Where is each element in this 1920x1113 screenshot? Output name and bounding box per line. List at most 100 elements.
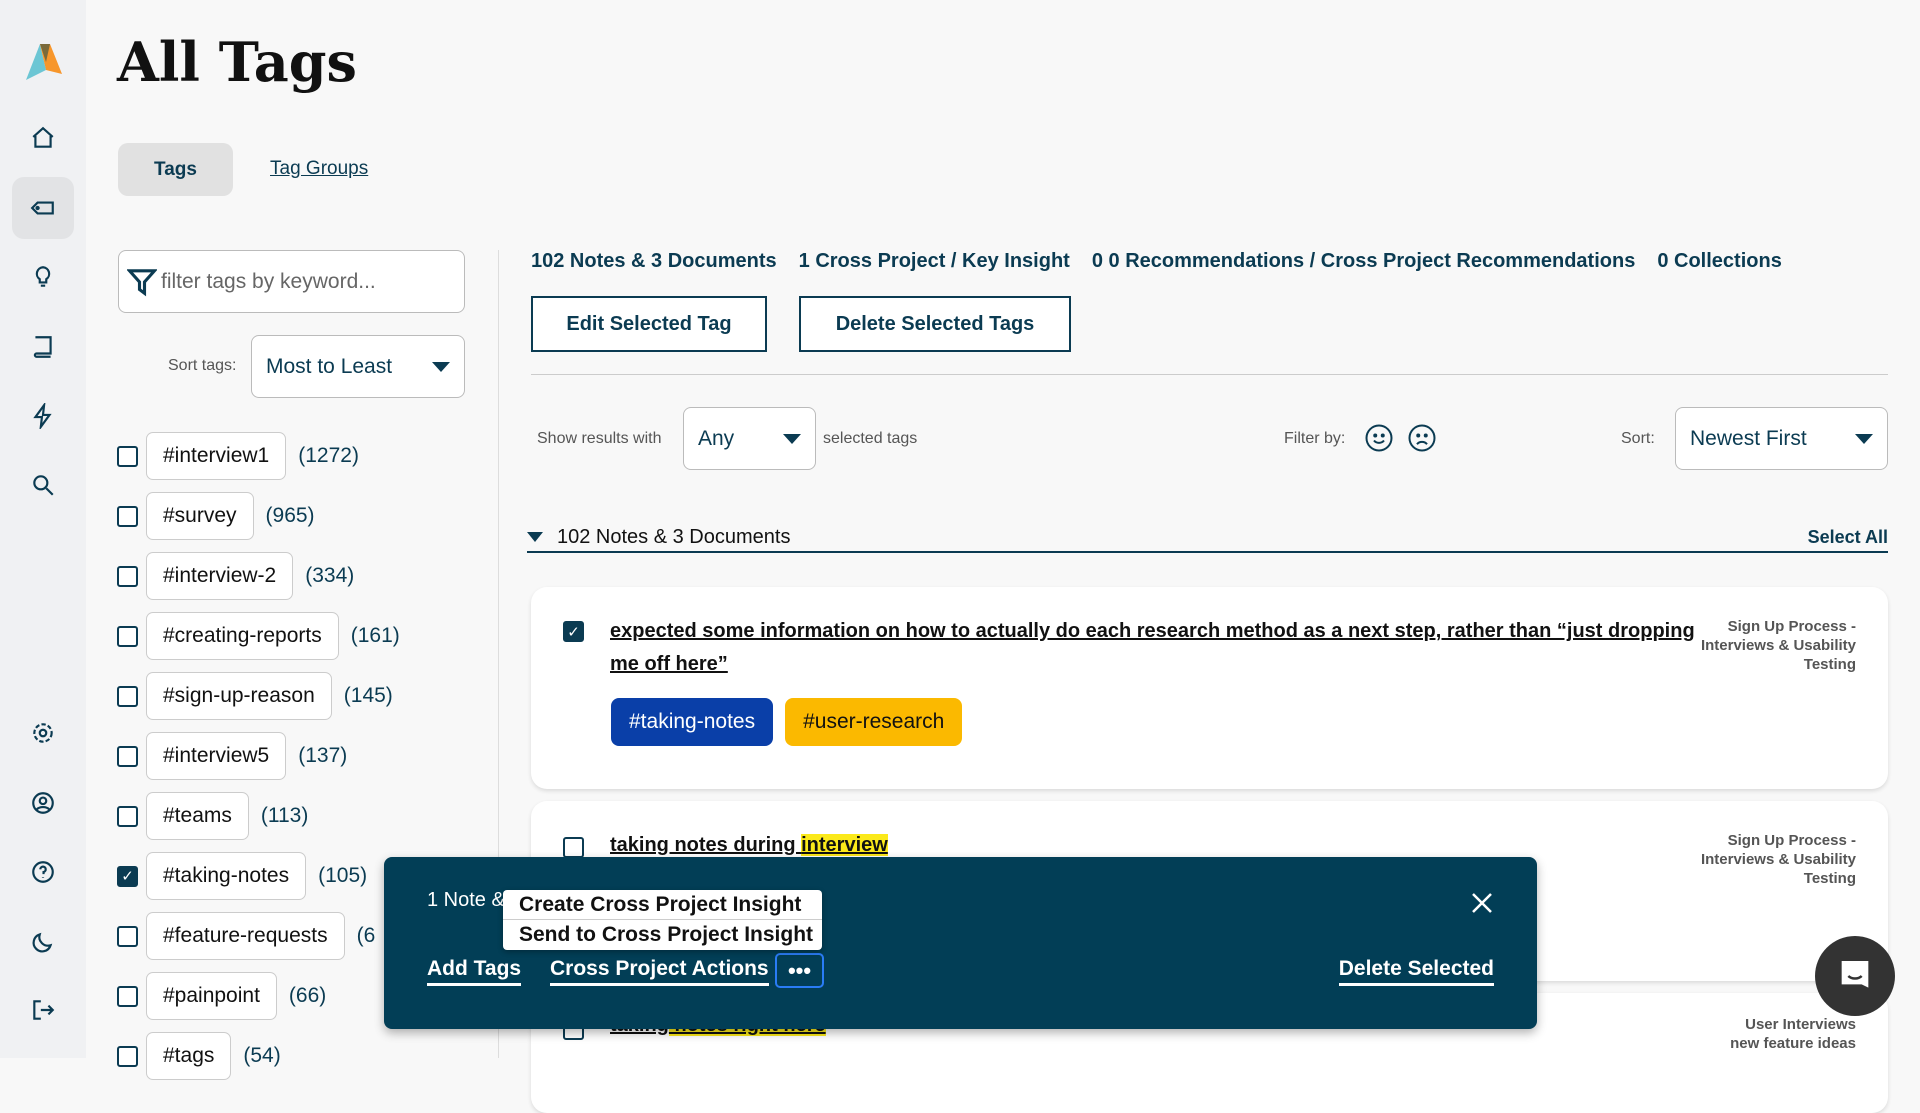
note-text[interactable]: expected some information on how to actu… (610, 615, 1720, 681)
note-source[interactable]: User Interviews new feature ideas (1730, 1015, 1856, 1053)
filter-placeholder: filter tags by keyword... (161, 269, 376, 293)
tag-checkbox[interactable] (117, 805, 138, 827)
tag-checkbox[interactable] (117, 985, 138, 1007)
close-icon[interactable] (1470, 891, 1494, 915)
chat-launcher-button[interactable] (1815, 936, 1895, 1016)
tag-checkbox[interactable]: ✓ (117, 865, 138, 887)
tag-list-item[interactable]: ✓ #taking-notes (105) (117, 851, 367, 901)
count-insights[interactable]: 1 Cross Project / Key Insight (799, 250, 1070, 273)
show-results-label: Show results with (537, 430, 662, 447)
home-icon[interactable] (12, 107, 74, 169)
tag-chip[interactable]: #survey (146, 492, 254, 540)
count-recommendations[interactable]: 0 0 Recommendations / Cross Project Reco… (1092, 250, 1636, 273)
tag-chip[interactable]: #interview5 (146, 732, 287, 780)
sort-label: Sort: (1621, 430, 1655, 447)
tag-list-item[interactable]: #sign-up-reason (145) (117, 671, 393, 721)
help-icon[interactable] (12, 841, 74, 903)
more-options-button[interactable]: ••• (775, 953, 824, 988)
tag-count: (1272) (298, 444, 359, 467)
user-circle-icon[interactable] (12, 772, 74, 834)
tag-count: (334) (305, 564, 355, 587)
tag-list-item[interactable]: #creating-reports (161) (117, 611, 400, 661)
app-logo[interactable] (22, 42, 66, 82)
note-source[interactable]: Sign Up Process - Interviews & Usability T… (1701, 831, 1856, 888)
tag-list-item[interactable]: #teams (113) (117, 791, 308, 841)
tag-chip[interactable]: #taking-notes (146, 852, 307, 900)
tab-tag-groups[interactable]: Tag Groups (270, 158, 368, 180)
tag-chip[interactable]: #interview-2 (146, 552, 294, 600)
tag-list-item[interactable]: #painpoint (66) (117, 971, 326, 1021)
note-source[interactable]: Sign Up Process - Interviews & Usability T… (1701, 617, 1856, 674)
tag-chip[interactable]: #interview1 (146, 432, 287, 480)
tag-count: (54) (243, 1044, 281, 1067)
logout-icon[interactable] (12, 979, 74, 1041)
sort-select[interactable]: Newest First (1675, 407, 1888, 470)
cross-project-menu: Create Cross Project Insight Send to Cro… (503, 890, 822, 950)
tag-count: (113) (260, 804, 309, 827)
search-icon[interactable] (12, 454, 74, 516)
tag-chip[interactable]: #creating-reports (146, 612, 339, 660)
counts-summary: 102 Notes & 3 Documents 1 Cross Project … (531, 250, 1782, 273)
lightning-icon[interactable] (12, 385, 74, 447)
tag-chip[interactable]: #teams (146, 792, 249, 840)
tag-list-item[interactable]: #feature-requests (6 (117, 911, 375, 961)
tag-checkbox[interactable] (117, 745, 138, 767)
tag-chip[interactable]: #tags (146, 1032, 232, 1080)
note-checkbox[interactable]: ✓ (563, 621, 584, 642)
tag-count: (161) (350, 624, 400, 647)
selected-tags-label: selected tags (823, 430, 918, 447)
match-select[interactable]: Any (683, 407, 816, 470)
tag-chip[interactable]: #painpoint (146, 972, 277, 1020)
note-checkbox[interactable] (563, 837, 584, 858)
edit-selected-tag-button[interactable]: Edit Selected Tag (531, 296, 767, 352)
select-all-link[interactable]: Select All (1808, 527, 1888, 548)
moon-icon[interactable] (12, 911, 74, 973)
chevron-down-icon (1855, 433, 1873, 444)
tag-list-item[interactable]: #interview-2 (334) (117, 551, 354, 601)
delete-selected-button[interactable]: Delete Selected (1338, 957, 1494, 986)
filter-tags-input[interactable]: filter tags by keyword... (118, 250, 465, 313)
tag-list-item[interactable]: #tags (54) (117, 1031, 281, 1081)
sort-tags-select[interactable]: Most to Least (251, 335, 465, 398)
smiley-happy-icon[interactable] (1364, 423, 1394, 453)
tag-count: (137) (298, 744, 348, 767)
tag-checkbox[interactable] (117, 505, 138, 527)
menu-item-create-insight[interactable]: Create Cross Project Insight (503, 890, 822, 920)
filter-by-label: Filter by: (1284, 430, 1346, 447)
collapse-triangle-icon[interactable] (527, 532, 543, 542)
tag-checkbox[interactable] (117, 925, 138, 947)
tag-icon[interactable] (12, 177, 74, 239)
tag-checkbox[interactable] (117, 565, 138, 587)
lightbulb-icon[interactable] (12, 246, 74, 308)
note-tag-chip[interactable]: #user-research (785, 698, 963, 746)
count-collections[interactable]: 0 Collections (1657, 250, 1781, 273)
tag-list-item[interactable]: #interview5 (137) (117, 731, 347, 781)
note-card[interactable]: ✓ expected some information on how to ac… (531, 587, 1888, 789)
menu-item-send-insight[interactable]: Send to Cross Project Insight (503, 920, 822, 950)
book-icon[interactable] (12, 316, 74, 378)
add-tags-button[interactable]: Add Tags (427, 957, 522, 986)
note-tag-chip[interactable]: #taking-notes (611, 698, 774, 746)
tag-chip[interactable]: #feature-requests (146, 912, 345, 960)
tag-checkbox[interactable] (117, 625, 138, 647)
match-value: Any (698, 426, 735, 450)
count-notes[interactable]: 102 Notes & 3 Documents (531, 250, 777, 273)
smiley-sad-icon[interactable] (1407, 423, 1437, 453)
tag-count: (145) (343, 684, 393, 707)
tag-checkbox[interactable] (117, 1045, 138, 1067)
cross-project-actions-button[interactable]: Cross Project Actions (550, 957, 769, 986)
chevron-down-icon (432, 361, 450, 372)
gear-icon[interactable] (12, 702, 74, 764)
tag-checkbox[interactable] (117, 445, 138, 467)
section-header[interactable]: 102 Notes & 3 Documents Select All (527, 523, 1888, 553)
tab-tags[interactable]: Tags (118, 143, 233, 196)
section-title: 102 Notes & 3 Documents (557, 525, 791, 548)
tag-checkbox[interactable] (117, 685, 138, 707)
tag-chip[interactable]: #sign-up-reason (146, 672, 332, 720)
tag-count: (66) (288, 984, 327, 1007)
ellipsis-icon: ••• (787, 957, 812, 983)
tag-count: (6 (356, 924, 376, 947)
tag-list-item[interactable]: #survey (965) (117, 491, 315, 541)
tag-list-item[interactable]: #interview1 (1272) (117, 431, 359, 481)
delete-selected-tags-button[interactable]: Delete Selected Tags (799, 296, 1071, 352)
